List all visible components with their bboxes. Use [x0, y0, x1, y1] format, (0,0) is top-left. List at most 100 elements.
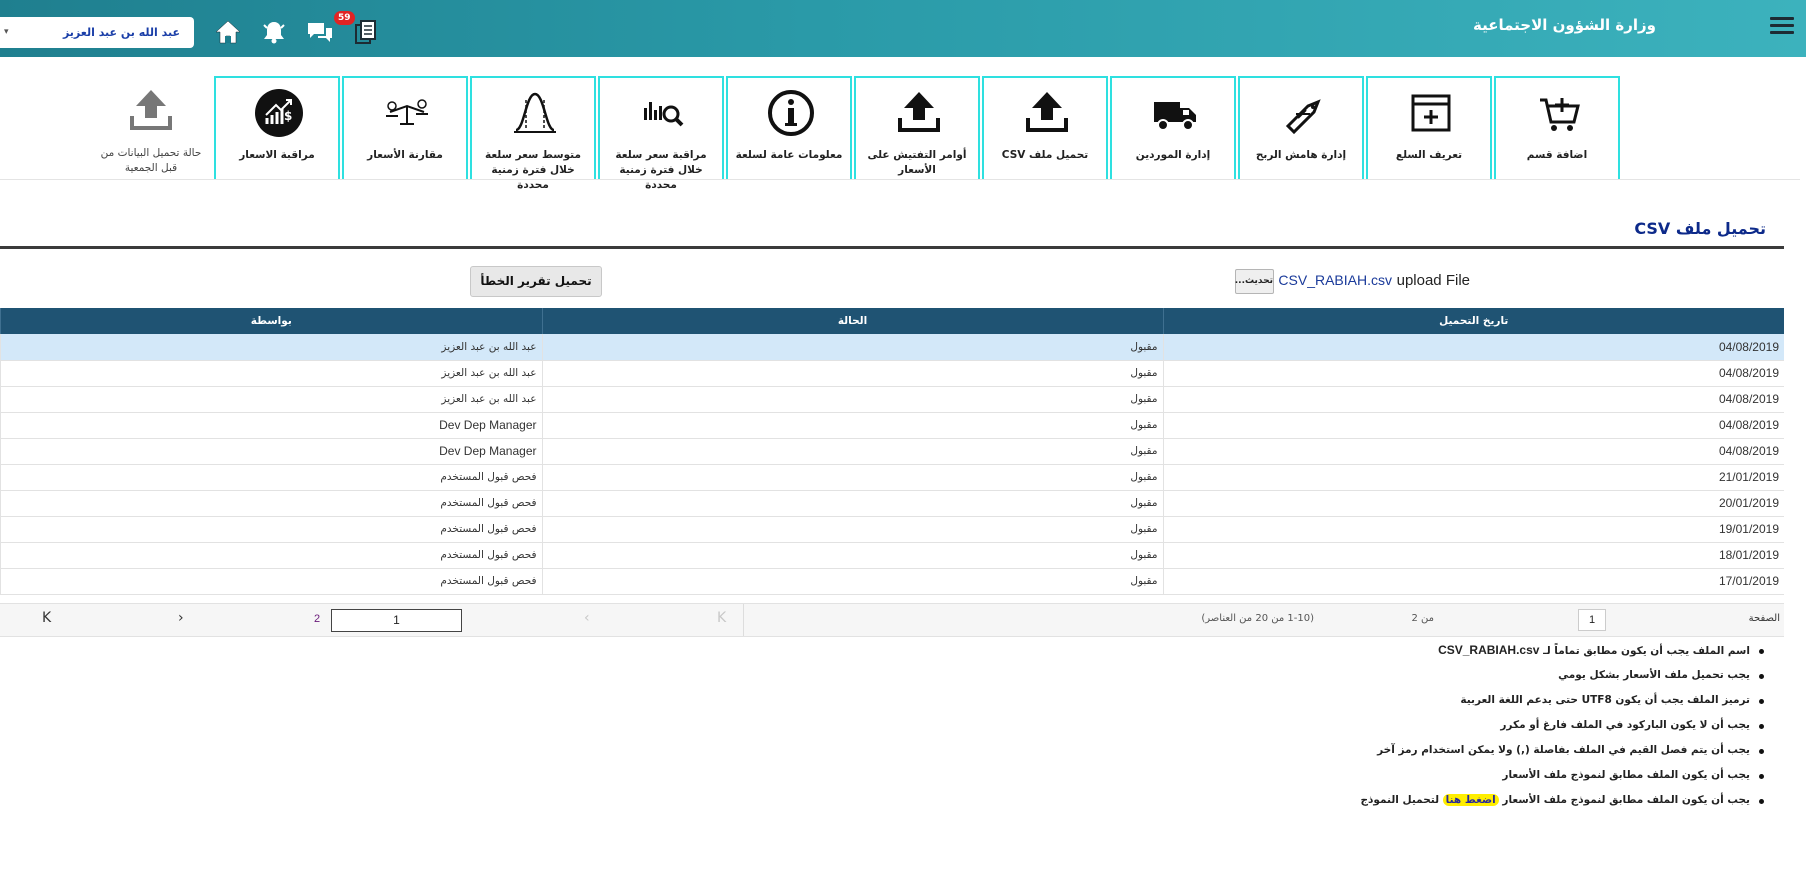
list-item: يجب تحميل ملف الأسعار بشكل يومي [866, 663, 1766, 688]
tile-label: إدارة هامش الربح [1255, 149, 1347, 161]
cell-by: فحص قبول المستخدم [0, 542, 542, 569]
upload-requirements-list: اسم الملف يجب أن يكون مطابق تماماً لـ CS… [866, 638, 1766, 813]
cell-date: 19/01/2019 [1162, 516, 1784, 543]
cell-by: عبد الله بن عبد العزيز [0, 334, 542, 361]
tile-label: تحميل ملف CSV [1001, 149, 1089, 161]
cell-by: Dev Dep Manager [0, 412, 542, 439]
tile-label: حالة تحميل البيانات من قبل الجمعية [100, 147, 202, 174]
table-row[interactable]: 04/08/2019 مقبول عبد الله بن عبد العزيز [0, 360, 1784, 387]
cell-status: مقبول [541, 568, 1163, 595]
tile-compare-prices[interactable]: مقارنة الأسعار [342, 76, 468, 180]
upload-icon [1022, 88, 1072, 138]
list-item: اسم الملف يجب أن يكون مطابق تماماً لـ CS… [866, 638, 1766, 663]
hamburger-menu-icon[interactable] [1770, 17, 1794, 37]
tile-profit-margin[interactable]: إدارة هامش الربح [1238, 76, 1364, 180]
cell-status: مقبول [541, 360, 1163, 387]
tile-suppliers[interactable]: إدارة الموردين [1110, 76, 1236, 180]
cell-by: فحص قبول المستخدم [0, 568, 542, 595]
cell-date: 21/01/2019 [1162, 464, 1784, 491]
tile-upload-csv[interactable]: تحميل ملف CSV [982, 76, 1108, 180]
table-row[interactable]: 04/08/2019 مقبول عبد الله بن عبد العزيز [0, 334, 1784, 361]
bar-chart-search-icon [638, 88, 688, 138]
uploads-table: تاريخ التحميل الحالة بواسطة 04/08/2019 م… [0, 308, 1784, 595]
tile-label: مراقبة سعر سلعة خلال فترة زمنية محددة [615, 149, 707, 191]
column-header-status[interactable]: الحالة [541, 308, 1163, 334]
upload-icon [894, 88, 944, 138]
cell-status: مقبول [541, 386, 1163, 413]
documents-icon[interactable]: 59 [334, 11, 380, 46]
download-error-report-button[interactable]: تحميل تقرير الخطأ [470, 266, 602, 297]
tile-monitor-item-price[interactable]: مراقبة سعر سلعة خلال فترة زمنية محددة [598, 76, 724, 191]
cell-status: مقبول [541, 334, 1163, 361]
tile-inspection-orders[interactable]: أوامر التفتيش على الأسعار [854, 76, 980, 180]
tile-add-section[interactable]: اضافة قسم [1494, 76, 1620, 180]
next-page-icon[interactable]: › [178, 610, 184, 626]
info-icon [766, 88, 816, 138]
tile-average-price[interactable]: متوسط سعر سلعة خلال فترة زمنية محددة [470, 76, 596, 191]
tile-item-info[interactable]: معلومات عامة لسلعة [726, 76, 852, 180]
cell-date: 04/08/2019 [1162, 438, 1784, 465]
cell-date: 17/01/2019 [1162, 568, 1784, 595]
svg-text:$: $ [284, 109, 292, 123]
ministry-title: وزارة الشؤون الاجتماعية [1472, 16, 1656, 34]
table-row[interactable]: 04/08/2019 مقبول Dev Dep Manager [0, 412, 1784, 439]
previous-page-icon[interactable]: ‹ [584, 610, 590, 626]
cell-status: مقبول [541, 490, 1163, 517]
first-page-icon[interactable]: K [717, 610, 726, 626]
cell-date: 04/08/2019 [1162, 412, 1784, 439]
messages-icon[interactable] [306, 18, 334, 46]
user-name: عبد الله بن عبد العزيز [62, 26, 180, 39]
list-item: ترميز الملف يجب أن يكون UTF8 حتى يدعم ال… [866, 688, 1766, 713]
list-item: يجب أن يكون الملف مطابق لنموذج ملف الأسع… [866, 788, 1766, 813]
last-page-icon[interactable]: K [42, 610, 51, 626]
table-row[interactable]: 17/01/2019 مقبول فحص قبول المستخدم [0, 568, 1784, 595]
cell-status: مقبول [541, 438, 1163, 465]
cell-date: 04/08/2019 [1162, 334, 1784, 361]
note-file-name: CSV_RABIAH.csv [1438, 643, 1540, 657]
list-item: يجب أن يتم فصل القيم في الملف بفاصلة (,)… [866, 738, 1766, 763]
tile-label: تعريف السلع [1395, 149, 1463, 161]
messages-badge: 59 [334, 11, 355, 25]
tile-define-goods[interactable]: تعريف السلع [1366, 76, 1492, 180]
cell-status: مقبول [541, 412, 1163, 439]
cell-by: عبد الله بن عبد العزيز [0, 360, 542, 387]
tile-label: اضافة قسم [1526, 149, 1588, 161]
cell-by: عبد الله بن عبد العزيز [0, 386, 542, 413]
table-row[interactable]: 21/01/2019 مقبول فحص قبول المستخدم [0, 464, 1784, 491]
cell-by: Dev Dep Manager [0, 438, 542, 465]
cell-status: مقبول [541, 542, 1163, 569]
tile-label: أوامر التفتيش على الأسعار [867, 149, 967, 176]
page-2-link[interactable]: 2 [314, 613, 320, 625]
page-number-input[interactable]: 1 [1578, 609, 1606, 631]
table-row[interactable]: 20/01/2019 مقبول فحص قبول المستخدم [0, 490, 1784, 517]
tile-upload-status[interactable]: حالة تحميل البيانات من قبل الجمعية [88, 76, 214, 180]
note-text: يجب تحميل ملف الأسعار بشكل يومي [1558, 669, 1750, 681]
add-to-cart-icon [1534, 88, 1584, 138]
cell-by: فحص قبول المستخدم [0, 464, 542, 491]
balance-scale-icon [382, 88, 432, 138]
current-page-button[interactable]: 1 [331, 609, 462, 632]
cell-date: 04/08/2019 [1162, 386, 1784, 413]
browse-file-button[interactable]: تحديث... [1235, 269, 1274, 294]
table-row[interactable]: 04/08/2019 مقبول عبد الله بن عبد العزيز [0, 386, 1784, 413]
alarm-bell-icon[interactable] [260, 18, 288, 46]
cell-date: 20/01/2019 [1162, 490, 1784, 517]
table-header-row: تاريخ التحميل الحالة بواسطة [0, 308, 1784, 334]
table-row[interactable]: 19/01/2019 مقبول فحص قبول المستخدم [0, 516, 1784, 543]
table-row[interactable]: 04/08/2019 مقبول Dev Dep Manager [0, 438, 1784, 465]
tile-price-monitoring[interactable]: $ مراقبة الاسعار [214, 76, 340, 180]
table-row[interactable]: 18/01/2019 مقبول فحص قبول المستخدم [0, 542, 1784, 569]
tile-label: إدارة الموردين [1135, 149, 1211, 161]
user-dropdown[interactable]: ▾ عبد الله بن عبد العزيز [0, 17, 194, 48]
selected-file-name: CSV_RABIAH.csv [1278, 272, 1392, 288]
download-template-link[interactable]: اضغط هنا [1442, 794, 1499, 806]
note-text: يجب أن يتم فصل القيم في الملف بفاصلة (,)… [1377, 744, 1750, 756]
home-icon[interactable] [214, 18, 242, 46]
page-total-label: من 2 [1411, 613, 1434, 624]
top-header: وزارة الشؤون الاجتماعية ▾ عبد الله بن عب… [0, 0, 1806, 57]
column-header-by[interactable]: بواسطة [0, 308, 542, 334]
cell-status: مقبول [541, 516, 1163, 543]
cell-by: فحص قبول المستخدم [0, 490, 542, 517]
cell-by: فحص قبول المستخدم [0, 516, 542, 543]
column-header-upload-date[interactable]: تاريخ التحميل [1162, 308, 1784, 334]
